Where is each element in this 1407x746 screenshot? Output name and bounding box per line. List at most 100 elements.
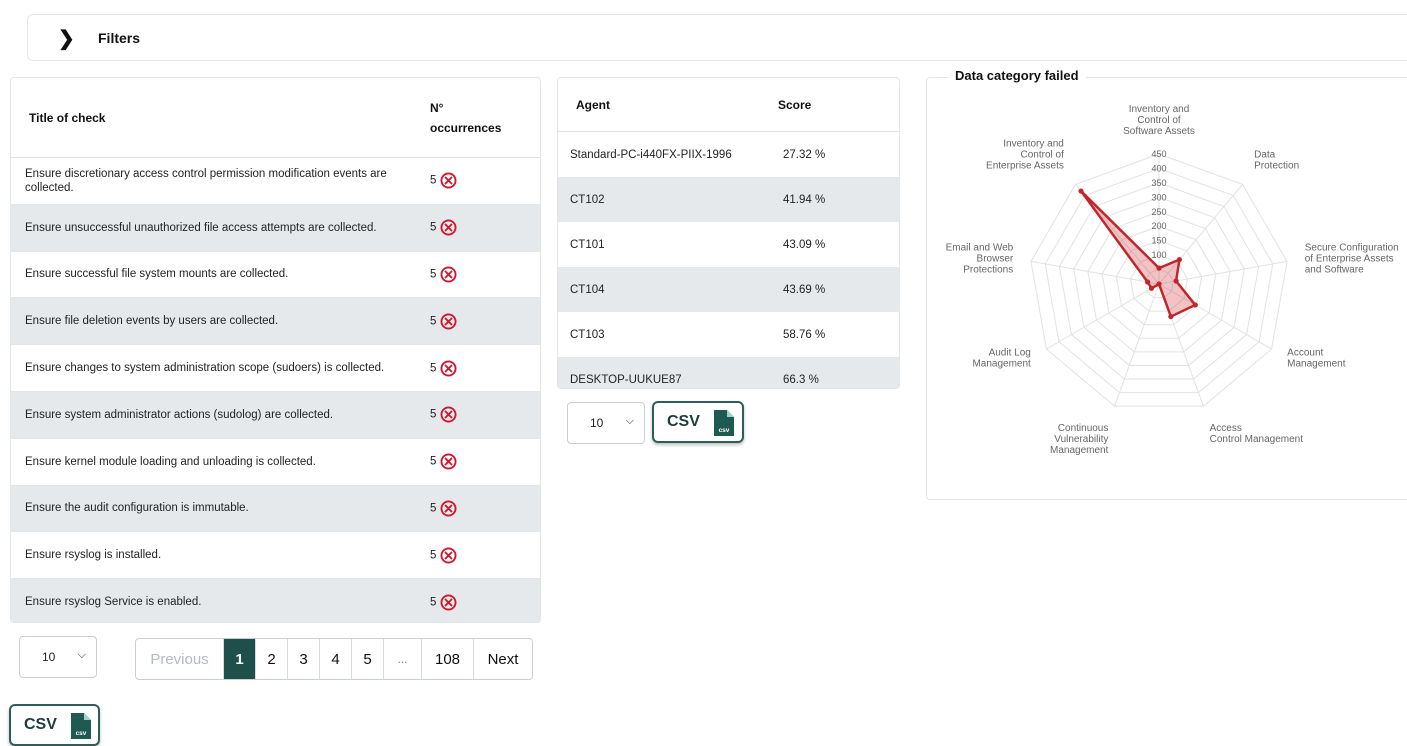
chevron-right-icon[interactable]: ❯ xyxy=(58,26,75,51)
agent-name: CT104 xyxy=(558,267,777,312)
pagination-page-last[interactable]: 108 xyxy=(422,639,474,679)
agent-name: CT103 xyxy=(570,328,605,341)
table-row[interactable]: Ensure discretionary access control perm… xyxy=(11,157,540,205)
chevron-down-icon: ⌵ xyxy=(77,649,86,661)
failed-x-icon xyxy=(440,547,457,564)
radar-data-point[interactable] xyxy=(1168,313,1174,320)
agent-name: CT101 xyxy=(570,238,605,251)
radar-data-point[interactable] xyxy=(1148,285,1155,291)
radar-data-point[interactable] xyxy=(1156,281,1162,287)
occurrence-cell: 5 xyxy=(420,484,540,532)
table-row[interactable]: Ensure system administrator actions (sud… xyxy=(11,390,540,439)
occurrence-count: 5 xyxy=(430,174,437,187)
radar-tick-label: 350 xyxy=(1151,178,1166,188)
checks-table: Title of check N° occurrences Ensure dis… xyxy=(11,78,540,622)
table-row[interactable]: CT104 43.69 % xyxy=(558,267,899,312)
check-title: Ensure rsyslog is installed. xyxy=(11,531,420,579)
chevron-down-icon: ⌵ xyxy=(625,415,634,427)
pagination-page-4[interactable]: 4 xyxy=(320,639,352,679)
pagination-page-2[interactable]: 2 xyxy=(256,639,288,679)
pagination-next[interactable]: Next xyxy=(474,639,532,679)
radar-chart: 100 150 200 250 300 350 400 450 Inventory and Co… xyxy=(946,104,1399,456)
radar-data-point[interactable] xyxy=(1192,302,1198,308)
agent-score: 41.94 % xyxy=(777,177,899,222)
failed-x-icon xyxy=(440,594,457,611)
radar-axis-label-line: Browser xyxy=(977,253,1014,264)
agents-csv-button[interactable]: CSV csv xyxy=(652,401,744,443)
radar-data-point[interactable] xyxy=(1156,265,1162,271)
table-row[interactable]: Ensure kernel module loading and unloadi… xyxy=(11,437,540,486)
check-title: Ensure changes to system administration … xyxy=(11,344,420,392)
occurrence-count: 5 xyxy=(430,455,437,468)
radar-axis-label-line: Software Assets xyxy=(1123,126,1195,137)
table-row[interactable]: Ensure rsyslog is installed. 5 xyxy=(11,531,540,579)
radar-axis-label: Email and Web Browser ProtectionsEmail a… xyxy=(946,242,1014,275)
radar-axis-label: Data ProtectionData Protection xyxy=(1254,150,1299,172)
agents-table: Agent Score Standard-PC-i440FX-PIIX-1996… xyxy=(558,78,899,388)
radar-tick-label: 400 xyxy=(1151,163,1166,173)
pagination-page-5[interactable]: 5 xyxy=(352,639,384,679)
radar-axis-label-line: Protection xyxy=(1254,161,1299,172)
pagination-page-3[interactable]: 3 xyxy=(288,639,320,679)
checks-page-size-select[interactable]: 10 ⌵ xyxy=(19,636,97,678)
radar-axis-label: Access Control ManagementAccess Control M… xyxy=(1210,423,1304,445)
agent-score: 58.76 % xyxy=(783,328,826,341)
occurrence-count: 5 xyxy=(430,549,437,562)
occurrence-cell: 5 xyxy=(420,578,540,622)
table-row[interactable]: CT103 58.76 % xyxy=(558,312,899,357)
failed-x-icon xyxy=(440,172,457,189)
table-row[interactable]: DESKTOP-UUKUE87 66.3 % xyxy=(558,357,899,388)
radar-tick-label: 300 xyxy=(1151,192,1166,202)
radar-data-point[interactable] xyxy=(1145,279,1151,285)
agents-page-size-select[interactable]: 10 ⌵ xyxy=(567,402,645,444)
column-header-title[interactable]: Title of check xyxy=(11,78,420,158)
column-header-score[interactable]: Score xyxy=(777,78,899,132)
table-row[interactable]: Ensure file deletion events by users are… xyxy=(11,297,540,345)
pagination-ellipsis: ... xyxy=(384,639,422,679)
occurrence-cell: 5 xyxy=(420,250,540,298)
occurrence-cell: 5 xyxy=(420,531,540,579)
radar-axis-label-line: Continuous xyxy=(1058,423,1109,434)
failed-x-icon xyxy=(440,266,457,283)
table-row[interactable]: Ensure rsyslog Service is enabled. 5 xyxy=(11,578,540,622)
table-row[interactable]: CT101 43.09 % xyxy=(558,222,899,267)
checks-page-size-value: 10 xyxy=(42,650,56,664)
check-title: Ensure rsyslog Service is enabled. xyxy=(11,578,420,622)
table-row[interactable]: Ensure successful file system mounts are… xyxy=(11,250,540,298)
occurrence-count: 5 xyxy=(430,315,437,328)
radar-data-point[interactable] xyxy=(1173,278,1179,284)
svg-text:csv: csv xyxy=(719,427,730,434)
check-title: Ensure successful file system mounts are… xyxy=(11,250,420,298)
table-row[interactable]: CT102 41.94 % xyxy=(558,177,899,222)
filters-panel[interactable]: ❯ Filters xyxy=(27,14,1407,61)
agent-score: 66.3 % xyxy=(777,357,899,388)
pagination-page-1[interactable]: 1 xyxy=(224,639,256,679)
agent-score: 27.32 % xyxy=(783,148,826,161)
table-row[interactable]: Ensure unsuccessful unauthorized file ac… xyxy=(11,203,540,252)
radar-data-point[interactable] xyxy=(1176,257,1183,263)
radar-axis-label-line: Account xyxy=(1287,348,1323,359)
table-row[interactable]: Ensure changes to system administration … xyxy=(11,344,540,392)
agent-name: CT102 xyxy=(558,177,777,222)
column-header-occurrences[interactable]: N° occurrences xyxy=(420,78,540,158)
radar-axis-label-line: Enterprise Assets xyxy=(986,161,1064,172)
occurrence-cell: 5 xyxy=(420,437,540,486)
table-row[interactable]: Standard-PC-i440FX-PIIX-1996 27.32 % xyxy=(558,132,899,178)
radar-axis-label-line: Vulnerability xyxy=(1054,434,1108,445)
radar-axis-label-line: Control of xyxy=(1137,115,1181,126)
radar-axis-label-line: Protections xyxy=(963,264,1013,275)
agent-name: DESKTOP-UUKUE87 xyxy=(558,357,777,388)
table-row[interactable]: Ensure the audit configuration is immuta… xyxy=(11,484,540,532)
csv-file-icon: csv xyxy=(714,410,734,436)
radar-tick-label: 450 xyxy=(1151,149,1166,159)
pagination: Previous 1 2 3 4 5 ... 108 Next xyxy=(135,638,533,680)
occurrence-count: 5 xyxy=(430,596,437,609)
radar-data-point[interactable] xyxy=(1078,188,1084,194)
check-title: Ensure kernel module loading and unloadi… xyxy=(11,437,420,486)
pagination-previous[interactable]: Previous xyxy=(136,639,224,679)
failed-x-icon xyxy=(440,500,457,517)
occurrence-cell: 5 xyxy=(420,297,540,345)
radar-axis-label-line: Access xyxy=(1210,423,1242,434)
svg-text:csv: csv xyxy=(76,730,87,737)
column-header-agent[interactable]: Agent xyxy=(558,78,777,132)
